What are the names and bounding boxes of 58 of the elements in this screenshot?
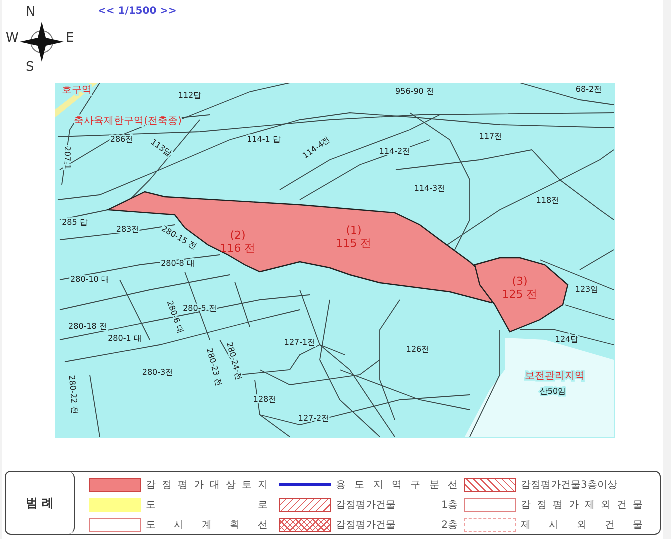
legend-label: 제 시 외 건 물 [521, 519, 643, 532]
legend-swatch [89, 478, 141, 492]
parcel-label: 114-3전 [414, 184, 446, 193]
parcel-label: 118전 [536, 196, 560, 205]
parcel-label: 280-8 대 [161, 259, 195, 268]
target-number: (2) [230, 229, 246, 242]
parcel-label: 280-10 대 [70, 275, 110, 284]
map-scale[interactable]: << 1/1500 >> [98, 6, 177, 18]
compass-south: S [26, 61, 34, 74]
legend-swatch [464, 498, 516, 512]
parcel-label: 280-22 전 [67, 375, 80, 415]
parcel-label: 283전 [116, 225, 140, 234]
legend-swatch [279, 498, 331, 512]
parcel-label: 956-90 전 [396, 87, 434, 96]
legend-swatch [279, 518, 331, 532]
parcel-label: 68-2전 [576, 85, 602, 94]
parcel-label: 280-3전 [142, 368, 174, 377]
parcel-label: 126전 [406, 345, 430, 354]
target-number: (1) [346, 224, 362, 237]
parcel-label: 127-2전 [298, 414, 330, 423]
zone-label: 보전관리지역 [525, 371, 585, 382]
boundary-line-icon [279, 483, 331, 486]
parcel-label: 280-24 전 [225, 341, 244, 382]
parcel-label: 123임 [575, 285, 599, 294]
legend-label: 감정평가건물 1층 [336, 498, 458, 512]
legend-swatch [89, 498, 141, 512]
parcel-label: 산50임 [540, 387, 566, 396]
parcel-label: 127-1전 [284, 338, 316, 347]
legend-swatch [89, 518, 141, 532]
compass-east: E [66, 32, 74, 45]
target-parcel-label: 125 전 [502, 288, 538, 301]
parcel-label: 117전 [479, 132, 503, 141]
legend-label: 감 정 평 가 대 상 토 지 [146, 478, 268, 492]
compass-west: W [6, 32, 19, 45]
legend-label: 용 도 지 역 구 분 선 [336, 478, 458, 492]
legend-title: 범 례 [26, 494, 54, 512]
parcel-label: 280-18 전 [68, 322, 108, 331]
legend-label: 감정평가건물3층이상 [521, 478, 618, 492]
compass-north: N [26, 6, 36, 19]
parcel-label: 286전 [110, 135, 134, 144]
target-parcel-label: 116 전 [220, 242, 256, 255]
legend-swatch [464, 478, 516, 492]
parcel-label: 114-1 답 [247, 135, 281, 144]
parcel-label: 280-23 전 [205, 347, 224, 388]
parcel-label: 124답 [555, 335, 579, 344]
parcel-label: 280-1 대 [108, 334, 142, 343]
compass-rose-icon [20, 22, 64, 62]
parcel-label: 285 답 [62, 218, 88, 227]
zone-label: 호구역 [62, 85, 92, 96]
parcel-label: 112답 [178, 91, 202, 100]
legend-label: 감 정 평 가 제 외 건 물 [521, 498, 643, 512]
legend-label: 도 시 계 획 선 [146, 519, 268, 532]
target-number: (3) [512, 275, 528, 288]
legend-swatch [464, 518, 516, 532]
legend-label: 감정평가건물 2층 [336, 519, 458, 532]
parcel-label: 207-1 [63, 146, 72, 170]
target-parcel-label: 115 전 [336, 237, 372, 250]
legend-label: 도 로 [146, 498, 268, 512]
